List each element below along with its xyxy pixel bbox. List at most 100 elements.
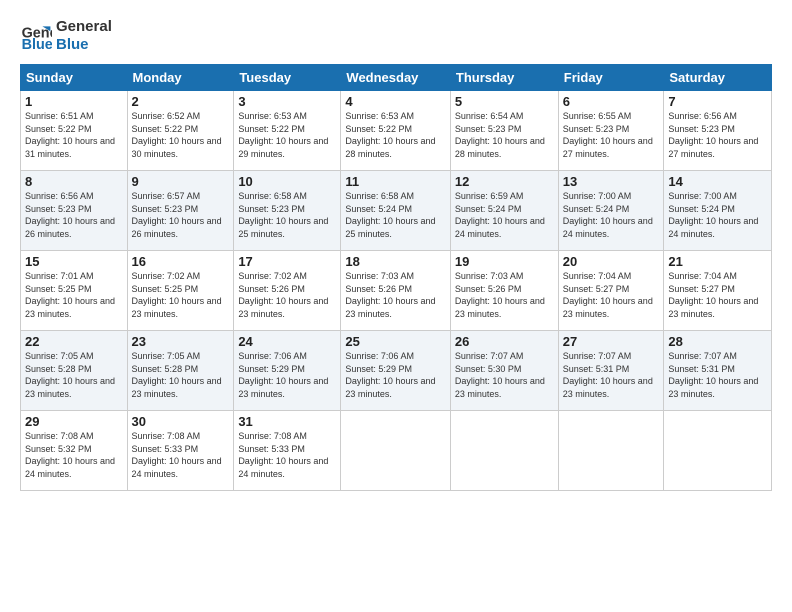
day-info: Sunrise: 6:55 AM Sunset: 5:23 PM Dayligh…	[563, 110, 660, 160]
header: General Blue General Blue	[20, 18, 772, 54]
calendar-cell: 24 Sunrise: 7:06 AM Sunset: 5:29 PM Dayl…	[234, 331, 341, 411]
day-number: 3	[238, 94, 336, 109]
day-number: 17	[238, 254, 336, 269]
day-info: Sunrise: 6:53 AM Sunset: 5:22 PM Dayligh…	[345, 110, 445, 160]
calendar-cell: 19 Sunrise: 7:03 AM Sunset: 5:26 PM Dayl…	[450, 251, 558, 331]
calendar-cell: 15 Sunrise: 7:01 AM Sunset: 5:25 PM Dayl…	[21, 251, 128, 331]
day-number: 22	[25, 334, 123, 349]
day-number: 9	[132, 174, 230, 189]
day-info: Sunrise: 6:56 AM Sunset: 5:23 PM Dayligh…	[668, 110, 767, 160]
day-info: Sunrise: 7:08 AM Sunset: 5:32 PM Dayligh…	[25, 430, 123, 480]
day-info: Sunrise: 7:05 AM Sunset: 5:28 PM Dayligh…	[132, 350, 230, 400]
calendar-cell: 21 Sunrise: 7:04 AM Sunset: 5:27 PM Dayl…	[664, 251, 772, 331]
day-info: Sunrise: 7:07 AM Sunset: 5:31 PM Dayligh…	[668, 350, 767, 400]
calendar-cell: 8 Sunrise: 6:56 AM Sunset: 5:23 PM Dayli…	[21, 171, 128, 251]
day-info: Sunrise: 7:08 AM Sunset: 5:33 PM Dayligh…	[132, 430, 230, 480]
calendar-cell	[450, 411, 558, 491]
calendar-week-row: 22 Sunrise: 7:05 AM Sunset: 5:28 PM Dayl…	[21, 331, 772, 411]
day-number: 25	[345, 334, 445, 349]
day-info: Sunrise: 7:07 AM Sunset: 5:31 PM Dayligh…	[563, 350, 660, 400]
page: General Blue General Blue SundayMondayTu…	[0, 0, 792, 612]
day-number: 26	[455, 334, 554, 349]
calendar-week-row: 1 Sunrise: 6:51 AM Sunset: 5:22 PM Dayli…	[21, 91, 772, 171]
day-number: 2	[132, 94, 230, 109]
day-info: Sunrise: 6:56 AM Sunset: 5:23 PM Dayligh…	[25, 190, 123, 240]
calendar-week-row: 29 Sunrise: 7:08 AM Sunset: 5:32 PM Dayl…	[21, 411, 772, 491]
day-info: Sunrise: 7:02 AM Sunset: 5:25 PM Dayligh…	[132, 270, 230, 320]
day-number: 1	[25, 94, 123, 109]
day-number: 28	[668, 334, 767, 349]
calendar: SundayMondayTuesdayWednesdayThursdayFrid…	[20, 64, 772, 491]
calendar-cell: 18 Sunrise: 7:03 AM Sunset: 5:26 PM Dayl…	[341, 251, 450, 331]
calendar-cell: 30 Sunrise: 7:08 AM Sunset: 5:33 PM Dayl…	[127, 411, 234, 491]
day-info: Sunrise: 7:03 AM Sunset: 5:26 PM Dayligh…	[345, 270, 445, 320]
day-info: Sunrise: 7:06 AM Sunset: 5:29 PM Dayligh…	[238, 350, 336, 400]
calendar-cell: 14 Sunrise: 7:00 AM Sunset: 5:24 PM Dayl…	[664, 171, 772, 251]
day-info: Sunrise: 6:57 AM Sunset: 5:23 PM Dayligh…	[132, 190, 230, 240]
day-info: Sunrise: 7:08 AM Sunset: 5:33 PM Dayligh…	[238, 430, 336, 480]
day-number: 4	[345, 94, 445, 109]
day-info: Sunrise: 7:05 AM Sunset: 5:28 PM Dayligh…	[25, 350, 123, 400]
col-header-thursday: Thursday	[450, 65, 558, 91]
day-number: 11	[345, 174, 445, 189]
day-info: Sunrise: 7:02 AM Sunset: 5:26 PM Dayligh…	[238, 270, 336, 320]
day-number: 23	[132, 334, 230, 349]
day-info: Sunrise: 7:01 AM Sunset: 5:25 PM Dayligh…	[25, 270, 123, 320]
calendar-cell: 22 Sunrise: 7:05 AM Sunset: 5:28 PM Dayl…	[21, 331, 128, 411]
calendar-cell	[664, 411, 772, 491]
calendar-cell: 7 Sunrise: 6:56 AM Sunset: 5:23 PM Dayli…	[664, 91, 772, 171]
day-info: Sunrise: 6:59 AM Sunset: 5:24 PM Dayligh…	[455, 190, 554, 240]
logo-text-blue: Blue	[56, 36, 112, 54]
calendar-cell: 9 Sunrise: 6:57 AM Sunset: 5:23 PM Dayli…	[127, 171, 234, 251]
day-number: 8	[25, 174, 123, 189]
calendar-cell: 13 Sunrise: 7:00 AM Sunset: 5:24 PM Dayl…	[558, 171, 664, 251]
calendar-cell: 11 Sunrise: 6:58 AM Sunset: 5:24 PM Dayl…	[341, 171, 450, 251]
day-number: 18	[345, 254, 445, 269]
day-info: Sunrise: 6:51 AM Sunset: 5:22 PM Dayligh…	[25, 110, 123, 160]
col-header-wednesday: Wednesday	[341, 65, 450, 91]
calendar-cell: 10 Sunrise: 6:58 AM Sunset: 5:23 PM Dayl…	[234, 171, 341, 251]
calendar-cell: 27 Sunrise: 7:07 AM Sunset: 5:31 PM Dayl…	[558, 331, 664, 411]
day-info: Sunrise: 6:53 AM Sunset: 5:22 PM Dayligh…	[238, 110, 336, 160]
day-number: 20	[563, 254, 660, 269]
day-info: Sunrise: 7:00 AM Sunset: 5:24 PM Dayligh…	[563, 190, 660, 240]
calendar-cell	[558, 411, 664, 491]
logo-text-general: General	[56, 18, 112, 36]
calendar-cell: 3 Sunrise: 6:53 AM Sunset: 5:22 PM Dayli…	[234, 91, 341, 171]
day-number: 31	[238, 414, 336, 429]
day-info: Sunrise: 7:04 AM Sunset: 5:27 PM Dayligh…	[563, 270, 660, 320]
day-info: Sunrise: 6:58 AM Sunset: 5:23 PM Dayligh…	[238, 190, 336, 240]
day-number: 13	[563, 174, 660, 189]
calendar-cell: 4 Sunrise: 6:53 AM Sunset: 5:22 PM Dayli…	[341, 91, 450, 171]
col-header-sunday: Sunday	[21, 65, 128, 91]
day-number: 21	[668, 254, 767, 269]
calendar-cell: 16 Sunrise: 7:02 AM Sunset: 5:25 PM Dayl…	[127, 251, 234, 331]
calendar-week-row: 15 Sunrise: 7:01 AM Sunset: 5:25 PM Dayl…	[21, 251, 772, 331]
day-number: 7	[668, 94, 767, 109]
logo: General Blue General Blue	[20, 18, 112, 54]
col-header-tuesday: Tuesday	[234, 65, 341, 91]
day-number: 19	[455, 254, 554, 269]
day-info: Sunrise: 7:07 AM Sunset: 5:30 PM Dayligh…	[455, 350, 554, 400]
col-header-friday: Friday	[558, 65, 664, 91]
day-info: Sunrise: 6:52 AM Sunset: 5:22 PM Dayligh…	[132, 110, 230, 160]
calendar-cell: 20 Sunrise: 7:04 AM Sunset: 5:27 PM Dayl…	[558, 251, 664, 331]
calendar-cell: 23 Sunrise: 7:05 AM Sunset: 5:28 PM Dayl…	[127, 331, 234, 411]
calendar-header-row: SundayMondayTuesdayWednesdayThursdayFrid…	[21, 65, 772, 91]
day-number: 30	[132, 414, 230, 429]
calendar-cell: 1 Sunrise: 6:51 AM Sunset: 5:22 PM Dayli…	[21, 91, 128, 171]
day-number: 12	[455, 174, 554, 189]
day-info: Sunrise: 7:00 AM Sunset: 5:24 PM Dayligh…	[668, 190, 767, 240]
calendar-cell: 17 Sunrise: 7:02 AM Sunset: 5:26 PM Dayl…	[234, 251, 341, 331]
calendar-cell: 6 Sunrise: 6:55 AM Sunset: 5:23 PM Dayli…	[558, 91, 664, 171]
day-number: 24	[238, 334, 336, 349]
day-info: Sunrise: 7:06 AM Sunset: 5:29 PM Dayligh…	[345, 350, 445, 400]
day-number: 10	[238, 174, 336, 189]
day-info: Sunrise: 6:54 AM Sunset: 5:23 PM Dayligh…	[455, 110, 554, 160]
day-number: 15	[25, 254, 123, 269]
day-number: 16	[132, 254, 230, 269]
calendar-cell: 12 Sunrise: 6:59 AM Sunset: 5:24 PM Dayl…	[450, 171, 558, 251]
logo-icon: General Blue	[20, 20, 52, 52]
day-number: 6	[563, 94, 660, 109]
calendar-cell: 25 Sunrise: 7:06 AM Sunset: 5:29 PM Dayl…	[341, 331, 450, 411]
